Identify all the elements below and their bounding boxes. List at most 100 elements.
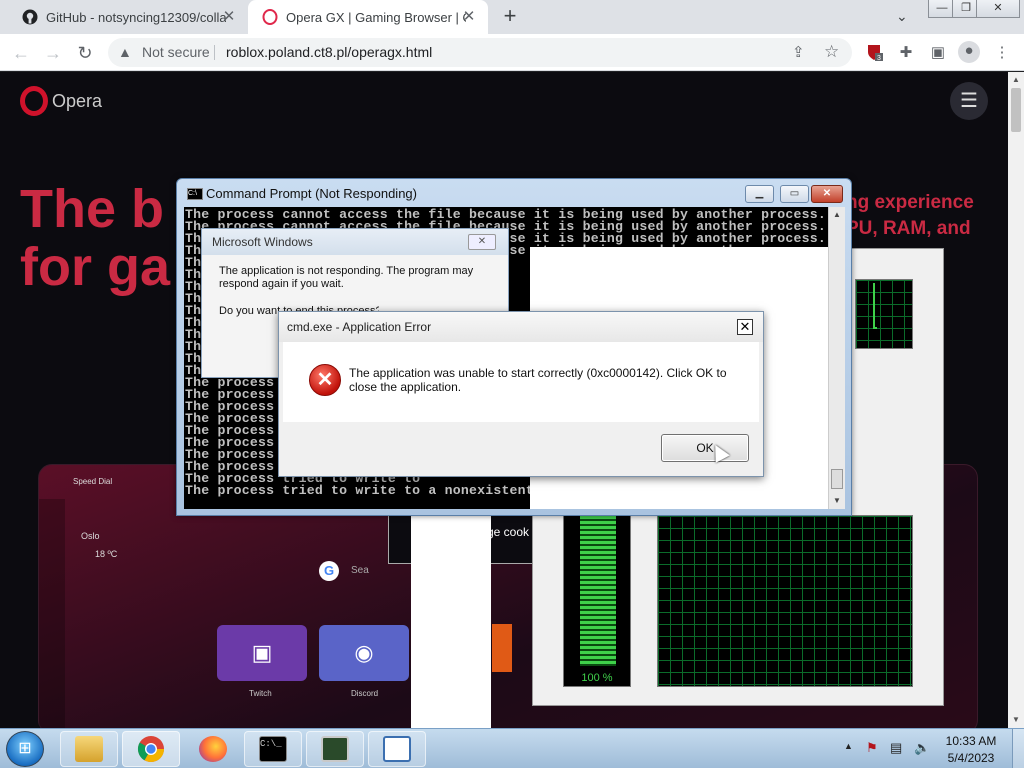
page-scrollbar[interactable]: ▲ ▼ (1008, 72, 1024, 728)
tab-search-chevron-icon[interactable]: ⌄ (896, 8, 914, 26)
close-icon[interactable]: ✕ (737, 319, 753, 335)
twitch-tile: ▣ (217, 625, 307, 681)
taskbar-cmd[interactable]: C:\_ (244, 731, 302, 767)
new-tab-button[interactable]: + (498, 5, 522, 29)
bookmark-star-icon[interactable]: ☆ (824, 42, 839, 62)
hero-subtext-line2: PU, RAM, and (846, 218, 971, 239)
volume-icon[interactable]: 🔈 (914, 740, 930, 756)
google-icon: G (319, 561, 339, 581)
security-status[interactable]: Not secure (142, 44, 210, 60)
twitch-icon: ▣ (251, 640, 273, 665)
window-close-button[interactable]: ✕ (976, 0, 1020, 18)
scroll-down-arrow-icon[interactable]: ▼ (829, 493, 845, 509)
url-text[interactable]: roblox.poland.ct8.pl/operagx.html (226, 44, 432, 60)
extensions-puzzle-icon[interactable]: ✚ (896, 43, 916, 63)
dialog-titlebar: cmd.exe - Application Error ✕ (279, 312, 763, 342)
mockup-sidebar (39, 499, 65, 728)
close-tab-icon[interactable]: ✕ (220, 8, 238, 26)
firefox-icon (199, 736, 227, 762)
application-error-dialog[interactable]: cmd.exe - Application Error ✕ ✕ The appl… (278, 311, 764, 477)
cmd-scrollbar[interactable]: ▲ ▼ (828, 207, 845, 509)
cmd-taskbar-icon: C:\_ (259, 736, 287, 762)
scroll-thumb[interactable] (831, 469, 843, 489)
hero-heading-line2: for ga (20, 237, 171, 297)
hero-subtext-line1: ng experience (846, 192, 974, 213)
error-message: The application was unable to start corr… (349, 366, 727, 394)
cpu-history-graph (657, 515, 913, 687)
action-center-flag-icon[interactable]: ⚑ (866, 740, 878, 756)
taskbar-firefox[interactable] (184, 731, 242, 767)
mockup-temperature: 18 ºC (95, 549, 118, 559)
windows-logo-icon: ⊞ (18, 740, 32, 757)
opera-icon (262, 9, 278, 25)
back-arrow-icon[interactable]: ← (8, 40, 34, 66)
taskbar-explorer[interactable] (60, 731, 118, 767)
tab-opera-gx[interactable]: Opera GX | Gaming Browser | Op ✕ (248, 0, 488, 34)
taskbar-task-manager[interactable] (306, 731, 364, 767)
browser-toolbar: ← → ↻ ▲ Not secure roblox.poland.ct8.pl/… (0, 34, 1024, 71)
mockup-search-hint: Sea (351, 565, 369, 576)
clock-time[interactable]: 10:33 AM (936, 734, 1006, 748)
menu-hamburger-icon[interactable]: ☰ (950, 82, 988, 120)
task-manager-icon (321, 736, 349, 762)
scroll-up-arrow-icon[interactable]: ▲ (1008, 72, 1024, 88)
discord-tile: ◉ (319, 625, 409, 681)
cmd-title: Command Prompt (Not Responding) (206, 186, 417, 201)
cmd-minimize-button[interactable]: ▁ (745, 185, 774, 203)
address-bar[interactable]: ▲ Not secure roblox.poland.ct8.pl/operag… (108, 38, 852, 67)
desktop: GitHub - notsyncing12309/collat ✕ Opera … (0, 0, 1024, 768)
windows-taskbar: ⊞ C:\_ ▲ ⚑ ▤ 🔈 10:33 AM 5/4/2023 (0, 728, 1024, 768)
tab-github[interactable]: GitHub - notsyncing12309/collat ✕ (8, 0, 248, 34)
reload-icon[interactable]: ↻ (72, 40, 98, 66)
share-icon[interactable]: ⇪ (792, 43, 805, 61)
more-menu-icon[interactable]: ⋮ (992, 43, 1012, 63)
scroll-thumb[interactable] (1011, 88, 1021, 132)
cpu-usage-percent: 100 % (581, 672, 613, 684)
error-icon: ✕ (309, 364, 341, 396)
dialog-message: The application is not responding. The p… (219, 265, 474, 290)
dialog-close-button[interactable]: ✕ (468, 234, 496, 250)
opera-logo[interactable]: Opera (20, 86, 102, 116)
side-panel-icon[interactable]: ▣ (928, 43, 948, 63)
cpu-usage-meter: 100 % (563, 515, 631, 687)
network-icon[interactable]: ▤ (890, 740, 902, 756)
cpu-history-graph-top (855, 279, 913, 349)
svg-text:3: 3 (877, 55, 881, 61)
scroll-up-arrow-icon[interactable]: ▲ (829, 207, 845, 223)
scroll-down-arrow-icon[interactable]: ▼ (1008, 712, 1024, 728)
cpu-usage-bar (580, 516, 616, 666)
forward-arrow-icon[interactable]: → (40, 40, 66, 66)
taskbar-dialog[interactable] (368, 731, 426, 767)
profile-avatar-icon[interactable]: ● (958, 41, 980, 63)
tab-title: Opera GX | Gaming Browser | Op (286, 9, 466, 25)
folder-icon (75, 736, 103, 762)
chrome-icon (137, 736, 165, 763)
cmd-maximize-button[interactable]: ▭ (780, 185, 809, 203)
extension-shield-icon[interactable]: 3 (864, 43, 884, 63)
orange-artifact (492, 624, 512, 672)
mockup-speed-dial-label: Speed Dial (73, 477, 113, 486)
warning-triangle-icon[interactable]: ▲ (118, 44, 132, 60)
cmd-close-button[interactable]: ✕ (811, 185, 843, 203)
tab-title: GitHub - notsyncing12309/collat (46, 9, 226, 25)
cmd-icon: C:\ (187, 188, 203, 200)
browser-tab-strip: GitHub - notsyncing12309/collat ✕ Opera … (0, 0, 1024, 34)
logo-text: Opera (52, 90, 103, 111)
white-artifact (411, 504, 491, 728)
start-button[interactable]: ⊞ (6, 731, 44, 767)
show-hidden-icons-arrow[interactable]: ▲ (844, 741, 853, 751)
close-tab-icon[interactable]: ✕ (460, 8, 478, 26)
hero-heading-line1: The b (20, 179, 164, 239)
clock-date[interactable]: 5/4/2023 (936, 751, 1006, 765)
taskbar-chrome[interactable] (122, 731, 180, 767)
dialog-title: Microsoft Windows (212, 235, 313, 249)
omnibox-divider (214, 45, 215, 60)
dialog-title: cmd.exe - Application Error (287, 320, 432, 334)
tile-label: Discord (351, 689, 379, 698)
ok-button[interactable]: OK (661, 434, 749, 462)
tile-label: Twitch (249, 689, 272, 698)
opera-o-icon (20, 86, 48, 116)
show-desktop-button[interactable] (1012, 729, 1024, 768)
window-icon (383, 736, 411, 762)
mockup-city: Oslo (81, 531, 100, 541)
